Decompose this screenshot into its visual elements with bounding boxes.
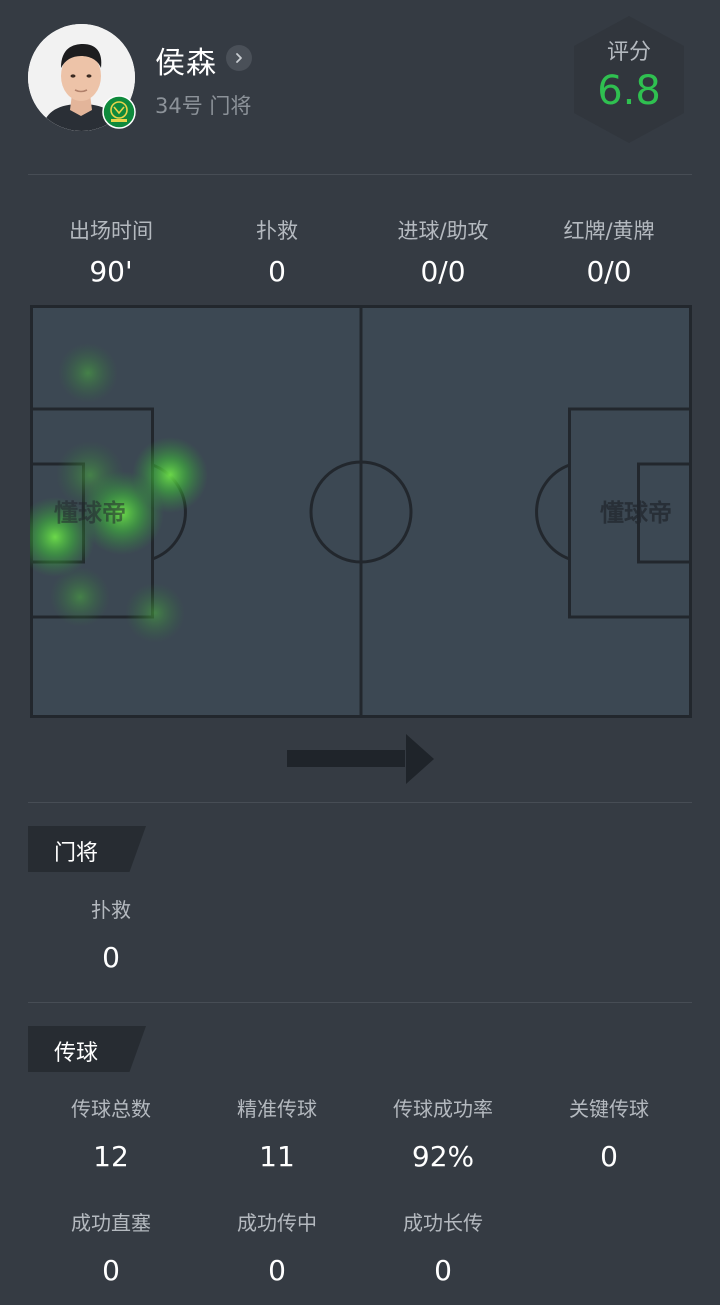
player-header: 侯森 34号 门将 评分 6.8: [0, 0, 720, 175]
gk-stat-saves: 扑救 0: [28, 894, 194, 974]
heatmap-pitch: 懂球帝 懂球帝: [30, 305, 692, 718]
pass-stat-accurate: 精准传球 11: [194, 1093, 360, 1173]
pass-stat-value: 92%: [411, 1140, 475, 1173]
section-tag-passing: 传球: [28, 1026, 146, 1072]
pass-stat-label: 精准传球: [237, 1097, 317, 1121]
pass-stat-value: 0: [268, 1254, 286, 1287]
pass-stat-label: 传球总数: [71, 1097, 151, 1121]
divider: [28, 174, 692, 175]
pass-stat-label: 关键传球: [569, 1097, 649, 1121]
watermark-right: 懂球帝: [600, 499, 672, 527]
divider: [28, 802, 692, 803]
pass-stat-value: 12: [93, 1140, 129, 1173]
arrow-right-icon: [287, 734, 434, 784]
pass-stat-value: 0: [600, 1140, 618, 1173]
pass-stat-label: 成功长传: [403, 1211, 483, 1235]
stat-minutes: 出场时间 90': [28, 215, 194, 288]
player-number-position: 34号 门将: [155, 94, 252, 118]
pass-stat-through: 成功直塞 0: [28, 1207, 194, 1287]
chevron-right-icon[interactable]: [226, 45, 252, 71]
pass-stat-label: 传球成功率: [393, 1097, 493, 1121]
stat-value: 0/0: [586, 255, 632, 288]
rating-value: 6.8: [597, 68, 661, 114]
club-badge-icon: [102, 95, 136, 129]
pass-stat-long: 成功长传 0: [360, 1207, 526, 1287]
pass-stat-value: 0: [434, 1254, 452, 1287]
watermark-left: 懂球帝: [54, 499, 126, 527]
player-name[interactable]: 侯森: [155, 38, 217, 82]
stat-label: 红牌/黄牌: [563, 219, 655, 243]
stat-value: 0: [268, 255, 286, 288]
pass-stat-value: 0: [102, 1254, 120, 1287]
pass-stat-key: 关键传球 0: [526, 1093, 692, 1173]
divider: [28, 1002, 692, 1003]
pass-stat-label: 成功传中: [237, 1211, 317, 1235]
stat-cards: 红牌/黄牌 0/0: [526, 215, 692, 288]
stat-goals-assists: 进球/助攻 0/0: [360, 215, 526, 288]
stat-value: 0/0: [420, 255, 466, 288]
rating-label: 评分: [606, 40, 651, 65]
pass-stat-label: 成功直塞: [71, 1211, 151, 1235]
stat-value: 90': [89, 255, 133, 288]
stat-label: 进球/助攻: [397, 219, 489, 243]
pass-stat-cross: 成功传中 0: [194, 1207, 360, 1287]
gk-stat-value: 0: [102, 941, 120, 974]
section-title: 门将: [54, 841, 99, 866]
section-tag-goalkeeper: 门将: [28, 826, 146, 872]
section-title: 传球: [54, 1041, 99, 1066]
stat-saves: 扑救 0: [194, 215, 360, 288]
gk-stat-label: 扑救: [91, 898, 131, 922]
pass-stat-rate: 传球成功率 92%: [360, 1093, 526, 1173]
pass-stat-total: 传球总数 12: [28, 1093, 194, 1173]
stat-label: 扑救: [256, 219, 298, 243]
pass-stat-value: 11: [259, 1140, 295, 1173]
stat-label: 出场时间: [69, 219, 153, 243]
